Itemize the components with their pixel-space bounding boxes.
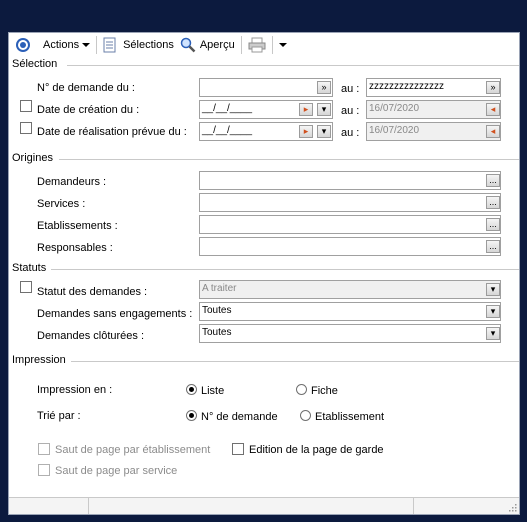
statut-select[interactable]: A traiter [199, 280, 501, 299]
services-label: Services : [37, 198, 86, 210]
actions-menu-button[interactable]: Actions [40, 35, 93, 55]
saut-etab-label: Saut de page par établissement [55, 444, 211, 456]
saut-service-label: Saut de page par service [55, 465, 178, 477]
status-bar-cell [9, 498, 89, 514]
status-bar [9, 497, 519, 514]
fiche-radio[interactable] [296, 384, 307, 395]
apercu-button[interactable]: Aperçu [177, 35, 238, 55]
section-divider [51, 269, 519, 270]
trie-par-label: Trié par : [37, 410, 81, 422]
services-field[interactable] [199, 193, 501, 212]
ellipsis-button[interactable]: ... [486, 196, 500, 209]
responsables-field[interactable] [199, 237, 501, 256]
au-label: au : [341, 83, 360, 95]
date-realisation-checkbox[interactable] [20, 122, 32, 134]
chevron-down-icon[interactable]: ▾ [486, 327, 500, 340]
section-divider [71, 361, 519, 362]
cloturees-select[interactable]: Toutes [199, 324, 501, 343]
chevron-down-icon [278, 43, 287, 47]
date-realisation-label: Date de réalisation prévue du : [37, 126, 187, 138]
au-label: au : [341, 127, 360, 139]
statuts-section-title: Statuts [12, 262, 47, 274]
section-divider [67, 65, 519, 66]
chevron-down-icon [82, 43, 91, 47]
num-demande-label: N° de demande du : [37, 82, 135, 94]
num-demande-option-label: N° de demande [201, 411, 278, 423]
ellipsis-button[interactable]: ... [486, 174, 500, 187]
num-demande-radio[interactable] [186, 410, 197, 421]
actions-label: Actions [43, 39, 80, 51]
chevron-down-icon[interactable]: ▾ [486, 283, 500, 296]
document-icon [103, 37, 116, 53]
printer-icon [248, 37, 266, 53]
arrow-left-icon[interactable]: ◂ [486, 125, 500, 138]
chevron-down-icon[interactable]: ▾ [486, 305, 500, 318]
resize-grip-icon[interactable] [507, 502, 517, 512]
double-chevron-down-icon[interactable]: » [486, 81, 500, 94]
chevron-down-icon[interactable]: ▾ [317, 103, 331, 116]
liste-label: Liste [201, 385, 225, 397]
responsables-label: Responsables : [37, 242, 113, 254]
arrow-right-icon[interactable]: ▸ [299, 125, 313, 138]
apercu-label: Aperçu [199, 39, 235, 51]
au-label: au : [341, 105, 360, 117]
demandeurs-field[interactable] [199, 171, 501, 190]
statut-label: Statut des demandes : [37, 286, 148, 298]
saut-etab-checkbox[interactable] [38, 443, 50, 455]
liste-radio[interactable] [186, 384, 197, 395]
num-demande-to-field[interactable]: zzzzzzzzzzzzzzz [366, 78, 501, 97]
num-demande-from-field[interactable] [199, 78, 333, 97]
print-button[interactable] [245, 35, 269, 55]
toolbar: Actions Sélections Aperçu [9, 33, 519, 57]
saut-service-checkbox[interactable] [38, 464, 50, 476]
fiche-label: Fiche [311, 385, 338, 397]
arrow-left-icon[interactable]: ◂ [486, 103, 500, 116]
etablissement-radio[interactable] [300, 410, 311, 421]
impression-section-title: Impression [12, 354, 66, 366]
date-creation-label: Date de création du : [37, 104, 140, 116]
edition-garde-label: Edition de la page de garde [249, 444, 384, 456]
double-chevron-down-icon[interactable]: » [317, 81, 331, 94]
arrow-right-icon[interactable]: ▸ [299, 103, 313, 116]
selections-button[interactable]: Sélections [100, 35, 177, 55]
date-creation-to-field[interactable]: 16/07/2020 [366, 100, 501, 119]
print-dropdown-button[interactable] [276, 35, 290, 55]
toolbar-separator [240, 36, 242, 54]
impression-en-label: Impression en : [37, 384, 113, 396]
ellipsis-button[interactable]: ... [486, 218, 500, 231]
etablissements-field[interactable] [199, 215, 501, 234]
report-dialog: Actions Sélections Aperçu Sélection N° d… [8, 32, 520, 515]
sans-engagement-label: Demandes sans engagements : [37, 308, 193, 320]
origines-section-title: Origines [12, 152, 53, 164]
demandeurs-label: Demandeurs : [37, 176, 107, 188]
etablissements-label: Etablissements : [37, 220, 118, 232]
selection-section-title: Sélection [12, 58, 58, 70]
status-bar-cell [89, 498, 414, 514]
date-creation-checkbox[interactable] [20, 100, 32, 112]
section-divider [59, 159, 519, 160]
sans-engagement-select[interactable]: Toutes [199, 302, 501, 321]
toolbar-separator [96, 36, 98, 54]
selections-label: Sélections [123, 39, 174, 51]
target-button[interactable] [12, 35, 34, 55]
ellipsis-button[interactable]: ... [486, 240, 500, 253]
edition-garde-checkbox[interactable] [232, 443, 244, 455]
date-realisation-to-field[interactable]: 16/07/2020 [366, 122, 501, 141]
magnifier-icon [180, 37, 196, 53]
toolbar-separator [271, 36, 273, 54]
chevron-down-icon[interactable]: ▾ [317, 125, 331, 138]
etablissement-option-label: Etablissement [315, 411, 385, 423]
cloturees-label: Demandes clôturées : [37, 330, 144, 342]
target-icon [16, 38, 30, 52]
statut-checkbox[interactable] [20, 281, 32, 293]
